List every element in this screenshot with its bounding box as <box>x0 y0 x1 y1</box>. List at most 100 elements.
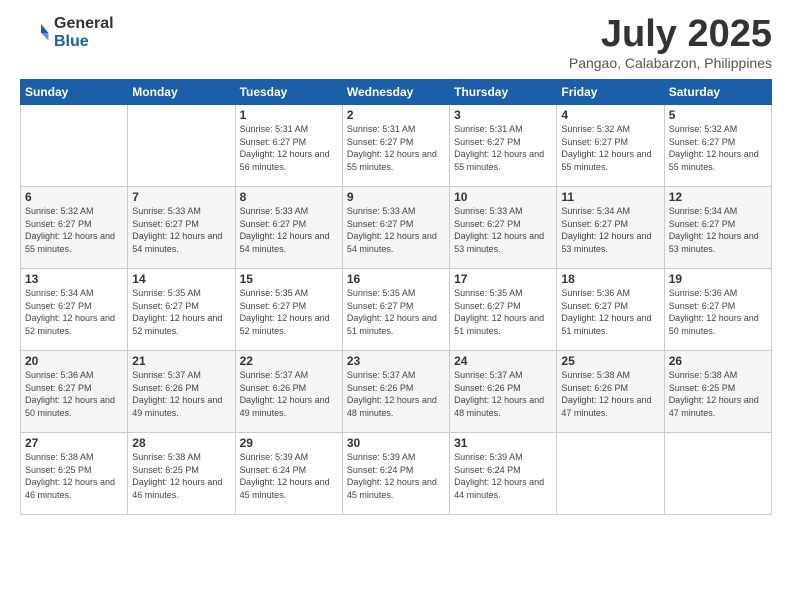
calendar-cell <box>21 105 128 187</box>
calendar-week-4: 20Sunrise: 5:36 AM Sunset: 6:27 PM Dayli… <box>21 351 772 433</box>
calendar-cell: 15Sunrise: 5:35 AM Sunset: 6:27 PM Dayli… <box>235 269 342 351</box>
day-info: Sunrise: 5:38 AM Sunset: 6:25 PM Dayligh… <box>669 369 767 419</box>
calendar-week-2: 6Sunrise: 5:32 AM Sunset: 6:27 PM Daylig… <box>21 187 772 269</box>
calendar-cell: 5Sunrise: 5:32 AM Sunset: 6:27 PM Daylig… <box>664 105 771 187</box>
day-info: Sunrise: 5:37 AM Sunset: 6:26 PM Dayligh… <box>347 369 445 419</box>
day-info: Sunrise: 5:37 AM Sunset: 6:26 PM Dayligh… <box>240 369 338 419</box>
day-number: 11 <box>561 190 659 204</box>
day-info: Sunrise: 5:35 AM Sunset: 6:27 PM Dayligh… <box>347 287 445 337</box>
day-number: 5 <box>669 108 767 122</box>
col-wednesday: Wednesday <box>342 80 449 105</box>
calendar-cell: 1Sunrise: 5:31 AM Sunset: 6:27 PM Daylig… <box>235 105 342 187</box>
day-info: Sunrise: 5:33 AM Sunset: 6:27 PM Dayligh… <box>240 205 338 255</box>
month-title: July 2025 <box>569 15 772 53</box>
calendar-cell: 4Sunrise: 5:32 AM Sunset: 6:27 PM Daylig… <box>557 105 664 187</box>
day-info: Sunrise: 5:31 AM Sunset: 6:27 PM Dayligh… <box>454 123 552 173</box>
calendar-table: Sunday Monday Tuesday Wednesday Thursday… <box>20 79 772 515</box>
calendar-cell: 12Sunrise: 5:34 AM Sunset: 6:27 PM Dayli… <box>664 187 771 269</box>
day-info: Sunrise: 5:32 AM Sunset: 6:27 PM Dayligh… <box>25 205 123 255</box>
day-number: 4 <box>561 108 659 122</box>
calendar-cell: 3Sunrise: 5:31 AM Sunset: 6:27 PM Daylig… <box>450 105 557 187</box>
calendar-week-3: 13Sunrise: 5:34 AM Sunset: 6:27 PM Dayli… <box>21 269 772 351</box>
calendar-week-5: 27Sunrise: 5:38 AM Sunset: 6:25 PM Dayli… <box>21 433 772 515</box>
calendar-cell: 23Sunrise: 5:37 AM Sunset: 6:26 PM Dayli… <box>342 351 449 433</box>
day-number: 2 <box>347 108 445 122</box>
logo-blue: Blue <box>54 33 114 51</box>
day-info: Sunrise: 5:35 AM Sunset: 6:27 PM Dayligh… <box>454 287 552 337</box>
page-header: General Blue July 2025 Pangao, Calabarzo… <box>20 15 772 71</box>
day-number: 7 <box>132 190 230 204</box>
logo-icon <box>20 18 50 48</box>
location: Pangao, Calabarzon, Philippines <box>569 55 772 71</box>
logo-text: General Blue <box>54 15 114 50</box>
calendar-cell: 30Sunrise: 5:39 AM Sunset: 6:24 PM Dayli… <box>342 433 449 515</box>
day-info: Sunrise: 5:36 AM Sunset: 6:27 PM Dayligh… <box>669 287 767 337</box>
calendar-cell: 17Sunrise: 5:35 AM Sunset: 6:27 PM Dayli… <box>450 269 557 351</box>
day-number: 9 <box>347 190 445 204</box>
day-number: 13 <box>25 272 123 286</box>
day-number: 6 <box>25 190 123 204</box>
calendar-cell <box>128 105 235 187</box>
col-tuesday: Tuesday <box>235 80 342 105</box>
day-number: 22 <box>240 354 338 368</box>
day-info: Sunrise: 5:35 AM Sunset: 6:27 PM Dayligh… <box>132 287 230 337</box>
day-number: 1 <box>240 108 338 122</box>
day-info: Sunrise: 5:38 AM Sunset: 6:25 PM Dayligh… <box>132 451 230 501</box>
day-number: 28 <box>132 436 230 450</box>
calendar-cell: 21Sunrise: 5:37 AM Sunset: 6:26 PM Dayli… <box>128 351 235 433</box>
calendar-cell: 27Sunrise: 5:38 AM Sunset: 6:25 PM Dayli… <box>21 433 128 515</box>
day-info: Sunrise: 5:34 AM Sunset: 6:27 PM Dayligh… <box>561 205 659 255</box>
day-number: 20 <box>25 354 123 368</box>
day-number: 23 <box>347 354 445 368</box>
day-number: 17 <box>454 272 552 286</box>
day-number: 12 <box>669 190 767 204</box>
day-info: Sunrise: 5:31 AM Sunset: 6:27 PM Dayligh… <box>347 123 445 173</box>
day-number: 24 <box>454 354 552 368</box>
col-friday: Friday <box>557 80 664 105</box>
calendar-cell: 10Sunrise: 5:33 AM Sunset: 6:27 PM Dayli… <box>450 187 557 269</box>
day-info: Sunrise: 5:35 AM Sunset: 6:27 PM Dayligh… <box>240 287 338 337</box>
calendar-cell: 31Sunrise: 5:39 AM Sunset: 6:24 PM Dayli… <box>450 433 557 515</box>
day-info: Sunrise: 5:39 AM Sunset: 6:24 PM Dayligh… <box>347 451 445 501</box>
day-info: Sunrise: 5:36 AM Sunset: 6:27 PM Dayligh… <box>25 369 123 419</box>
calendar-cell: 7Sunrise: 5:33 AM Sunset: 6:27 PM Daylig… <box>128 187 235 269</box>
calendar-cell: 26Sunrise: 5:38 AM Sunset: 6:25 PM Dayli… <box>664 351 771 433</box>
day-number: 25 <box>561 354 659 368</box>
day-number: 26 <box>669 354 767 368</box>
calendar-header-row: Sunday Monday Tuesday Wednesday Thursday… <box>21 80 772 105</box>
day-info: Sunrise: 5:38 AM Sunset: 6:25 PM Dayligh… <box>25 451 123 501</box>
calendar-cell: 2Sunrise: 5:31 AM Sunset: 6:27 PM Daylig… <box>342 105 449 187</box>
logo: General Blue <box>20 15 114 50</box>
calendar-cell: 24Sunrise: 5:37 AM Sunset: 6:26 PM Dayli… <box>450 351 557 433</box>
calendar-week-1: 1 Sunrise: 5:31 AM Sunset: 6:27 PM Daylig… <box>21 105 772 187</box>
day-number: 15 <box>240 272 338 286</box>
day-info: Sunrise: 5:33 AM Sunset: 6:27 PM Dayligh… <box>132 205 230 255</box>
day-number: 18 <box>561 272 659 286</box>
title-area: July 2025 Pangao, Calabarzon, Philippine… <box>569 15 772 71</box>
calendar-cell: 6Sunrise: 5:32 AM Sunset: 6:27 PM Daylig… <box>21 187 128 269</box>
day-number: 8 <box>240 190 338 204</box>
day-info: Sunrise: 5:37 AM Sunset: 6:26 PM Dayligh… <box>132 369 230 419</box>
day-number: 31 <box>454 436 552 450</box>
day-info: Sunrise: 5:33 AM Sunset: 6:27 PM Dayligh… <box>347 205 445 255</box>
col-monday: Monday <box>128 80 235 105</box>
day-info: Sunrise: 5:38 AM Sunset: 6:26 PM Dayligh… <box>561 369 659 419</box>
calendar-cell: 20Sunrise: 5:36 AM Sunset: 6:27 PM Dayli… <box>21 351 128 433</box>
logo-general: General <box>54 15 114 33</box>
day-info: Sunrise: 5:37 AM Sunset: 6:26 PM Dayligh… <box>454 369 552 419</box>
col-saturday: Saturday <box>664 80 771 105</box>
calendar-cell: 29Sunrise: 5:39 AM Sunset: 6:24 PM Dayli… <box>235 433 342 515</box>
calendar-cell: 28Sunrise: 5:38 AM Sunset: 6:25 PM Dayli… <box>128 433 235 515</box>
calendar-cell <box>664 433 771 515</box>
calendar-cell <box>557 433 664 515</box>
day-number: 10 <box>454 190 552 204</box>
col-thursday: Thursday <box>450 80 557 105</box>
day-info: Sunrise: 5:36 AM Sunset: 6:27 PM Dayligh… <box>561 287 659 337</box>
calendar-cell: 11Sunrise: 5:34 AM Sunset: 6:27 PM Dayli… <box>557 187 664 269</box>
col-sunday: Sunday <box>21 80 128 105</box>
day-info: Sunrise: 5:32 AM Sunset: 6:27 PM Dayligh… <box>561 123 659 173</box>
calendar-cell: 16Sunrise: 5:35 AM Sunset: 6:27 PM Dayli… <box>342 269 449 351</box>
day-number: 14 <box>132 272 230 286</box>
day-number: 30 <box>347 436 445 450</box>
day-number: 21 <box>132 354 230 368</box>
